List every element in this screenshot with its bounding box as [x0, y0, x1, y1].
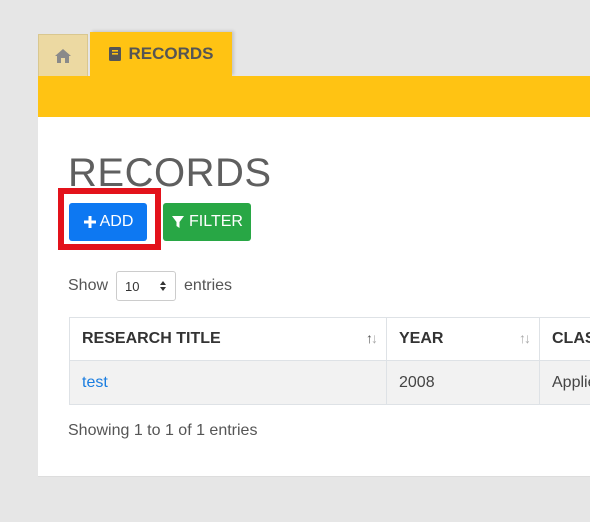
- table-row: test 2008 Applie: [69, 360, 590, 405]
- column-header-title[interactable]: RESEARCH TITLE ↑↓: [69, 317, 387, 361]
- home-icon: [55, 48, 71, 63]
- header-bar: [38, 76, 590, 117]
- filter-button[interactable]: FILTER: [163, 203, 251, 241]
- tab-home[interactable]: [38, 34, 88, 76]
- column-header-year-label: YEAR: [399, 330, 444, 347]
- sort-icon: ↑↓: [519, 330, 531, 346]
- filter-icon: [172, 216, 185, 228]
- records-table: RESEARCH TITLE ↑↓ YEAR ↑↓ CLAS test 2008…: [69, 317, 590, 405]
- content-panel: RECORDS ADD FILTER Show 10 entries RESEA…: [38, 117, 590, 477]
- book-icon: [109, 47, 122, 61]
- tab-records[interactable]: RECORDS: [90, 32, 232, 76]
- cell-classification: Applie: [539, 360, 590, 405]
- column-header-classification[interactable]: CLAS: [539, 317, 590, 361]
- column-header-title-label: RESEARCH TITLE: [82, 330, 221, 347]
- updown-icon: [160, 281, 167, 291]
- entries-select[interactable]: 10: [116, 271, 177, 301]
- column-header-year[interactable]: YEAR ↑↓: [386, 317, 540, 361]
- add-button-label: ADD: [99, 213, 134, 230]
- tab-records-label: RECORDS: [128, 44, 214, 63]
- table-header-row: RESEARCH TITLE ↑↓ YEAR ↑↓ CLAS: [69, 317, 590, 361]
- table-info: Showing 1 to 1 of 1 entries: [68, 422, 258, 439]
- column-header-classification-label: CLAS: [552, 330, 590, 347]
- sort-icon: ↑↓: [366, 330, 378, 346]
- cell-year: 2008: [386, 360, 540, 405]
- add-button[interactable]: ADD: [69, 203, 147, 241]
- entries-label: entries: [184, 277, 233, 294]
- filter-button-label: FILTER: [189, 213, 243, 230]
- entries-select-value: 10: [125, 278, 140, 294]
- entries-length-control: Show 10 entries: [68, 271, 232, 301]
- plus-icon: [83, 216, 96, 228]
- record-title-link[interactable]: test: [82, 374, 108, 391]
- cell-title: test: [69, 360, 387, 405]
- show-label: Show: [68, 277, 109, 294]
